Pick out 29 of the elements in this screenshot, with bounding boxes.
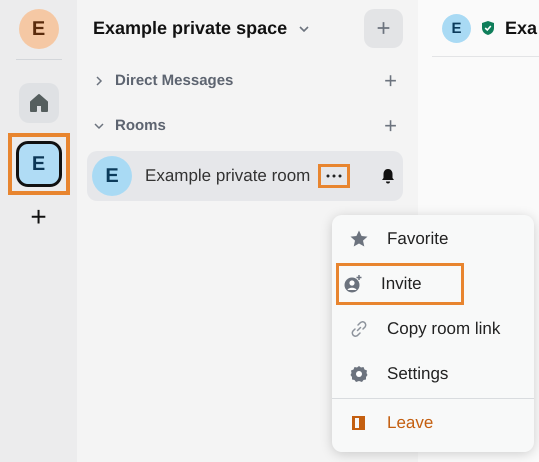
section-title[interactable]: Direct Messages: [115, 72, 234, 89]
home-button[interactable]: [18, 83, 58, 123]
menu-item[interactable]: Copy room link: [336, 308, 529, 350]
menu-item[interactable]: Leave: [336, 402, 529, 444]
add-space-button[interactable]: +: [30, 203, 47, 231]
menu-item[interactable]: Invite: [336, 263, 464, 305]
space-button[interactable]: E: [16, 141, 62, 187]
link-icon: [349, 319, 369, 339]
bell-icon[interactable]: [381, 168, 395, 184]
room-item[interactable]: E Example private room: [87, 151, 403, 201]
add-room-button[interactable]: +: [384, 112, 397, 138]
room-title[interactable]: Exa: [505, 18, 538, 38]
menu-item[interactable]: Settings: [336, 353, 529, 395]
room-name: Example private room: [145, 166, 310, 186]
more-icon: [325, 173, 344, 179]
settings-icon: [349, 364, 369, 384]
add-room-button[interactable]: +: [384, 68, 397, 94]
home-icon: [28, 93, 48, 113]
more-options-button[interactable]: [318, 164, 350, 188]
star-icon: [349, 229, 369, 249]
user-avatar[interactable]: E: [18, 9, 58, 49]
section-title[interactable]: Rooms: [115, 117, 166, 134]
menu-item[interactable]: Favorite: [336, 218, 529, 260]
space-title[interactable]: Example private space: [93, 18, 288, 39]
shield-check-icon: [481, 20, 495, 36]
room-avatar[interactable]: E: [442, 14, 471, 42]
add-button[interactable]: +: [364, 9, 403, 48]
user-add-icon: [343, 274, 363, 294]
room-avatar: E: [92, 156, 132, 196]
